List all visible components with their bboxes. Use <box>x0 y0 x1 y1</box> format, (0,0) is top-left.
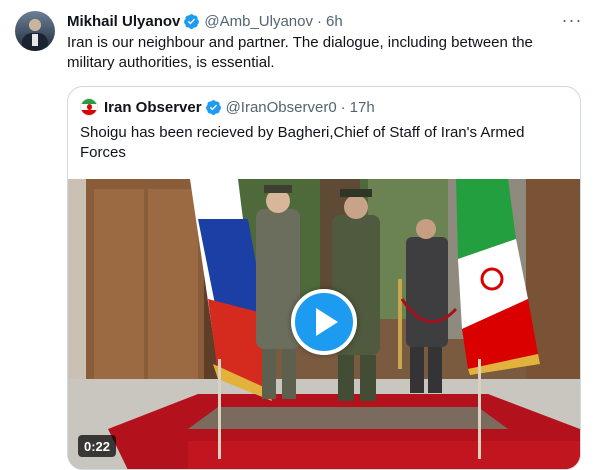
quoted-avatar[interactable] <box>80 98 98 116</box>
tweet[interactable]: Mikhail Ulyanov @Amb_Ulyanov · 6h ··· Ir… <box>0 0 595 470</box>
separator-dot: · <box>340 98 346 116</box>
tweet-timestamp[interactable]: 6h <box>326 13 343 30</box>
quoted-tweet-text: Shoigu has been recieved by Bagheri,Chie… <box>80 124 525 161</box>
quoted-header: Iran Observer @IranObserver0 · 17h <box>80 97 375 117</box>
video-player[interactable]: 0:22 <box>68 179 580 469</box>
tweet-text: Iran is our neighbour and partner. The d… <box>67 34 533 71</box>
separator-dot: · <box>316 12 322 30</box>
author-avatar[interactable] <box>15 11 55 51</box>
quoted-author-handle[interactable]: @IranObserver0 <box>226 99 337 116</box>
quoted-tweet[interactable]: Iran Observer @IranObserver0 · 17h Shoig… <box>67 86 581 470</box>
play-icon <box>316 308 338 336</box>
author-handle[interactable]: @Amb_Ulyanov <box>204 13 313 30</box>
more-options-icon[interactable]: ··· <box>560 10 584 30</box>
quoted-timestamp[interactable]: 17h <box>350 99 375 116</box>
quoted-author-name[interactable]: Iran Observer <box>104 99 202 116</box>
play-button[interactable] <box>291 289 357 355</box>
tweet-header: Mikhail Ulyanov @Amb_Ulyanov · 6h <box>67 11 343 31</box>
verified-badge-icon <box>205 99 221 115</box>
video-duration: 0:22 <box>78 435 117 457</box>
author-name[interactable]: Mikhail Ulyanov <box>67 13 180 30</box>
verified-badge-icon <box>184 13 200 29</box>
avatar-shirt <box>32 34 38 46</box>
